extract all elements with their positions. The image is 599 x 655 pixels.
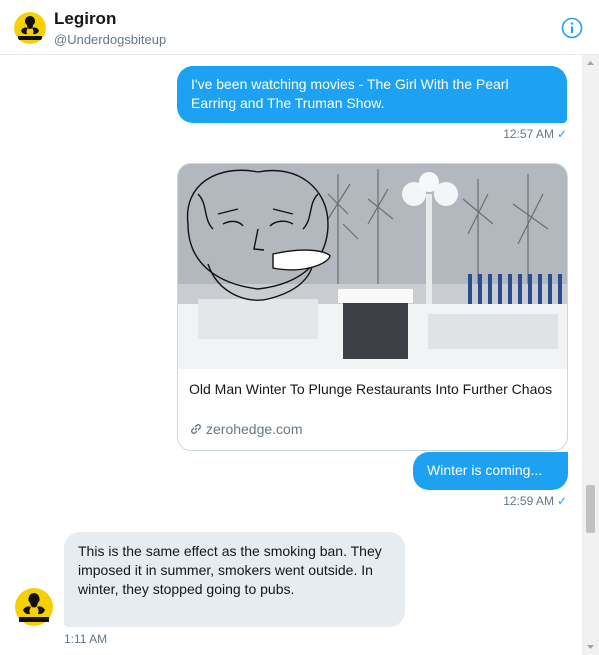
- card-title: Old Man Winter To Plunge Restaurants Int…: [189, 381, 553, 397]
- card-domain[interactable]: zerohedge.com: [189, 421, 303, 437]
- card-domain-text: zerohedge.com: [206, 421, 303, 437]
- message-text: Winter is coming...: [427, 462, 543, 478]
- message-bubble-sent[interactable]: Winter is coming...: [413, 452, 568, 490]
- message-bubble-received[interactable]: This is the same effect as the smoking b…: [64, 532, 405, 627]
- link-icon: [191, 424, 201, 434]
- message-text: This is the same effect as the smoking b…: [78, 543, 382, 597]
- avatar-biohazard-icon[interactable]: [15, 588, 53, 626]
- scroll-up-arrow-icon[interactable]: [582, 55, 599, 72]
- checkmark-icon: ✓: [556, 127, 567, 141]
- message-timestamp: 1:11 AM: [64, 632, 108, 646]
- scrollbar[interactable]: [582, 55, 599, 655]
- info-icon[interactable]: [561, 17, 583, 39]
- message-text: I've been watching movies - The Girl Wit…: [191, 76, 509, 111]
- link-preview-card[interactable]: Old Man Winter To Plunge Restaurants Int…: [177, 163, 568, 451]
- checkmark-icon: ✓: [556, 494, 567, 508]
- message-timestamp: 12:59 AM ✓: [503, 494, 567, 508]
- avatar-biohazard-icon[interactable]: [14, 12, 46, 44]
- contact-handle: @Underdogsbiteup: [54, 32, 167, 47]
- scrollbar-thumb[interactable]: [586, 485, 595, 533]
- message-bubble-sent[interactable]: I've been watching movies - The Girl Wit…: [177, 66, 567, 123]
- scroll-down-arrow-icon[interactable]: [582, 638, 599, 655]
- conversation-header: Legiron @Underdogsbiteup: [0, 0, 599, 55]
- message-timestamp: 12:57 AM ✓: [503, 127, 567, 141]
- card-image: [178, 164, 567, 369]
- contact-name[interactable]: Legiron: [54, 9, 116, 29]
